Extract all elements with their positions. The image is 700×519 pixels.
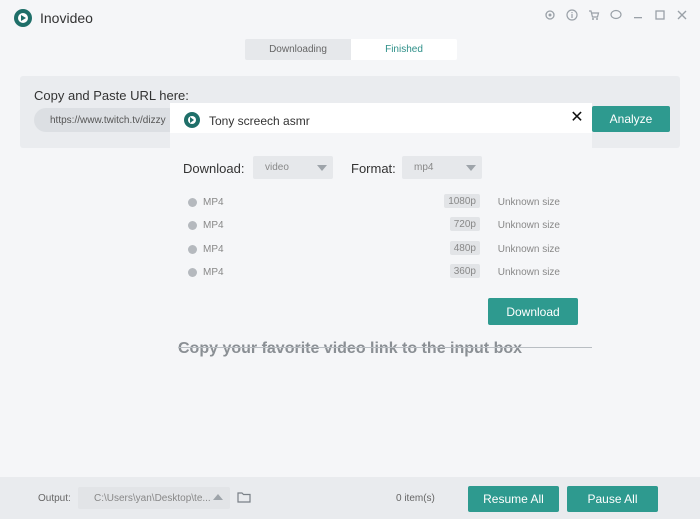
file-size: Unknown size <box>497 197 560 208</box>
format-select[interactable]: mp4 <box>402 156 482 179</box>
format-name: MP4 <box>203 244 224 255</box>
window-controls <box>542 6 690 24</box>
empty-state-text: Copy your favorite video link to the inp… <box>178 340 523 357</box>
format-name: MP4 <box>203 197 224 208</box>
resolution-badge: 1080p <box>444 194 480 208</box>
file-size: Unknown size <box>497 267 560 278</box>
settings-icon[interactable] <box>542 6 558 24</box>
dialog-close-icon[interactable]: ✕ <box>568 108 586 126</box>
cart-icon[interactable] <box>586 6 602 24</box>
format-option-row[interactable]: MP4 1080p Unknown size <box>188 194 560 212</box>
chat-icon[interactable] <box>608 6 624 24</box>
radio-button[interactable] <box>188 268 197 277</box>
download-type-select[interactable]: video <box>253 156 333 179</box>
output-path-value: C:\Users\yan\Desktop\te... <box>94 492 211 504</box>
resume-all-button[interactable]: Resume All <box>468 486 559 512</box>
format-option-row[interactable]: MP4 720p Unknown size <box>188 217 560 235</box>
download-type-label: Download: <box>183 161 245 176</box>
pause-all-button[interactable]: Pause All <box>567 486 658 512</box>
chevron-up-icon <box>213 494 223 500</box>
file-size: Unknown size <box>497 244 560 255</box>
resolution-badge: 360p <box>449 264 480 278</box>
format-option-row[interactable]: MP4 480p Unknown size <box>188 241 560 259</box>
format-option-row[interactable]: MP4 360p Unknown size <box>188 264 560 282</box>
output-path-select[interactable]: C:\Users\yan\Desktop\te... <box>78 487 230 509</box>
chevron-down-icon <box>466 165 476 171</box>
maximize-icon[interactable] <box>652 6 668 24</box>
download-tabs: Downloading Finished <box>245 39 457 60</box>
download-button[interactable]: Download <box>488 298 578 325</box>
item-count: 0 item(s) <box>396 493 435 504</box>
empty-state-divider <box>178 347 592 348</box>
radio-button[interactable] <box>188 221 197 230</box>
title-bar: Inovideo <box>0 0 700 34</box>
info-icon[interactable] <box>564 6 580 24</box>
radio-button[interactable] <box>188 198 197 207</box>
tab-downloading[interactable]: Downloading <box>245 39 351 60</box>
resolution-badge: 480p <box>449 241 480 255</box>
resolution-badge: 720p <box>449 217 480 231</box>
radio-button[interactable] <box>188 245 197 254</box>
format-value: mp4 <box>414 162 434 173</box>
file-size: Unknown size <box>497 220 560 231</box>
analyze-button[interactable]: Analyze <box>592 106 670 132</box>
close-icon[interactable] <box>674 6 690 24</box>
dialog-logo-icon <box>184 112 200 128</box>
format-label: Format: <box>351 161 396 176</box>
url-label: Copy and Paste URL here: <box>34 88 189 103</box>
format-dialog: Tony screech asmr ✕ Download: video Form… <box>170 103 592 341</box>
chevron-down-icon <box>317 165 327 171</box>
tab-finished[interactable]: Finished <box>351 39 457 60</box>
download-type-value: video <box>265 162 289 173</box>
dialog-header: Tony screech asmr ✕ <box>170 103 592 133</box>
minimize-icon[interactable] <box>630 6 646 24</box>
app-title: Inovideo <box>40 10 93 26</box>
format-name: MP4 <box>203 267 224 278</box>
folder-icon[interactable] <box>237 490 251 503</box>
format-name: MP4 <box>203 220 224 231</box>
output-label: Output: <box>38 493 71 504</box>
dialog-title: Tony screech asmr <box>209 114 310 128</box>
bottom-bar: Output: C:\Users\yan\Desktop\te... 0 ite… <box>0 477 700 519</box>
app-logo-icon <box>14 9 32 27</box>
